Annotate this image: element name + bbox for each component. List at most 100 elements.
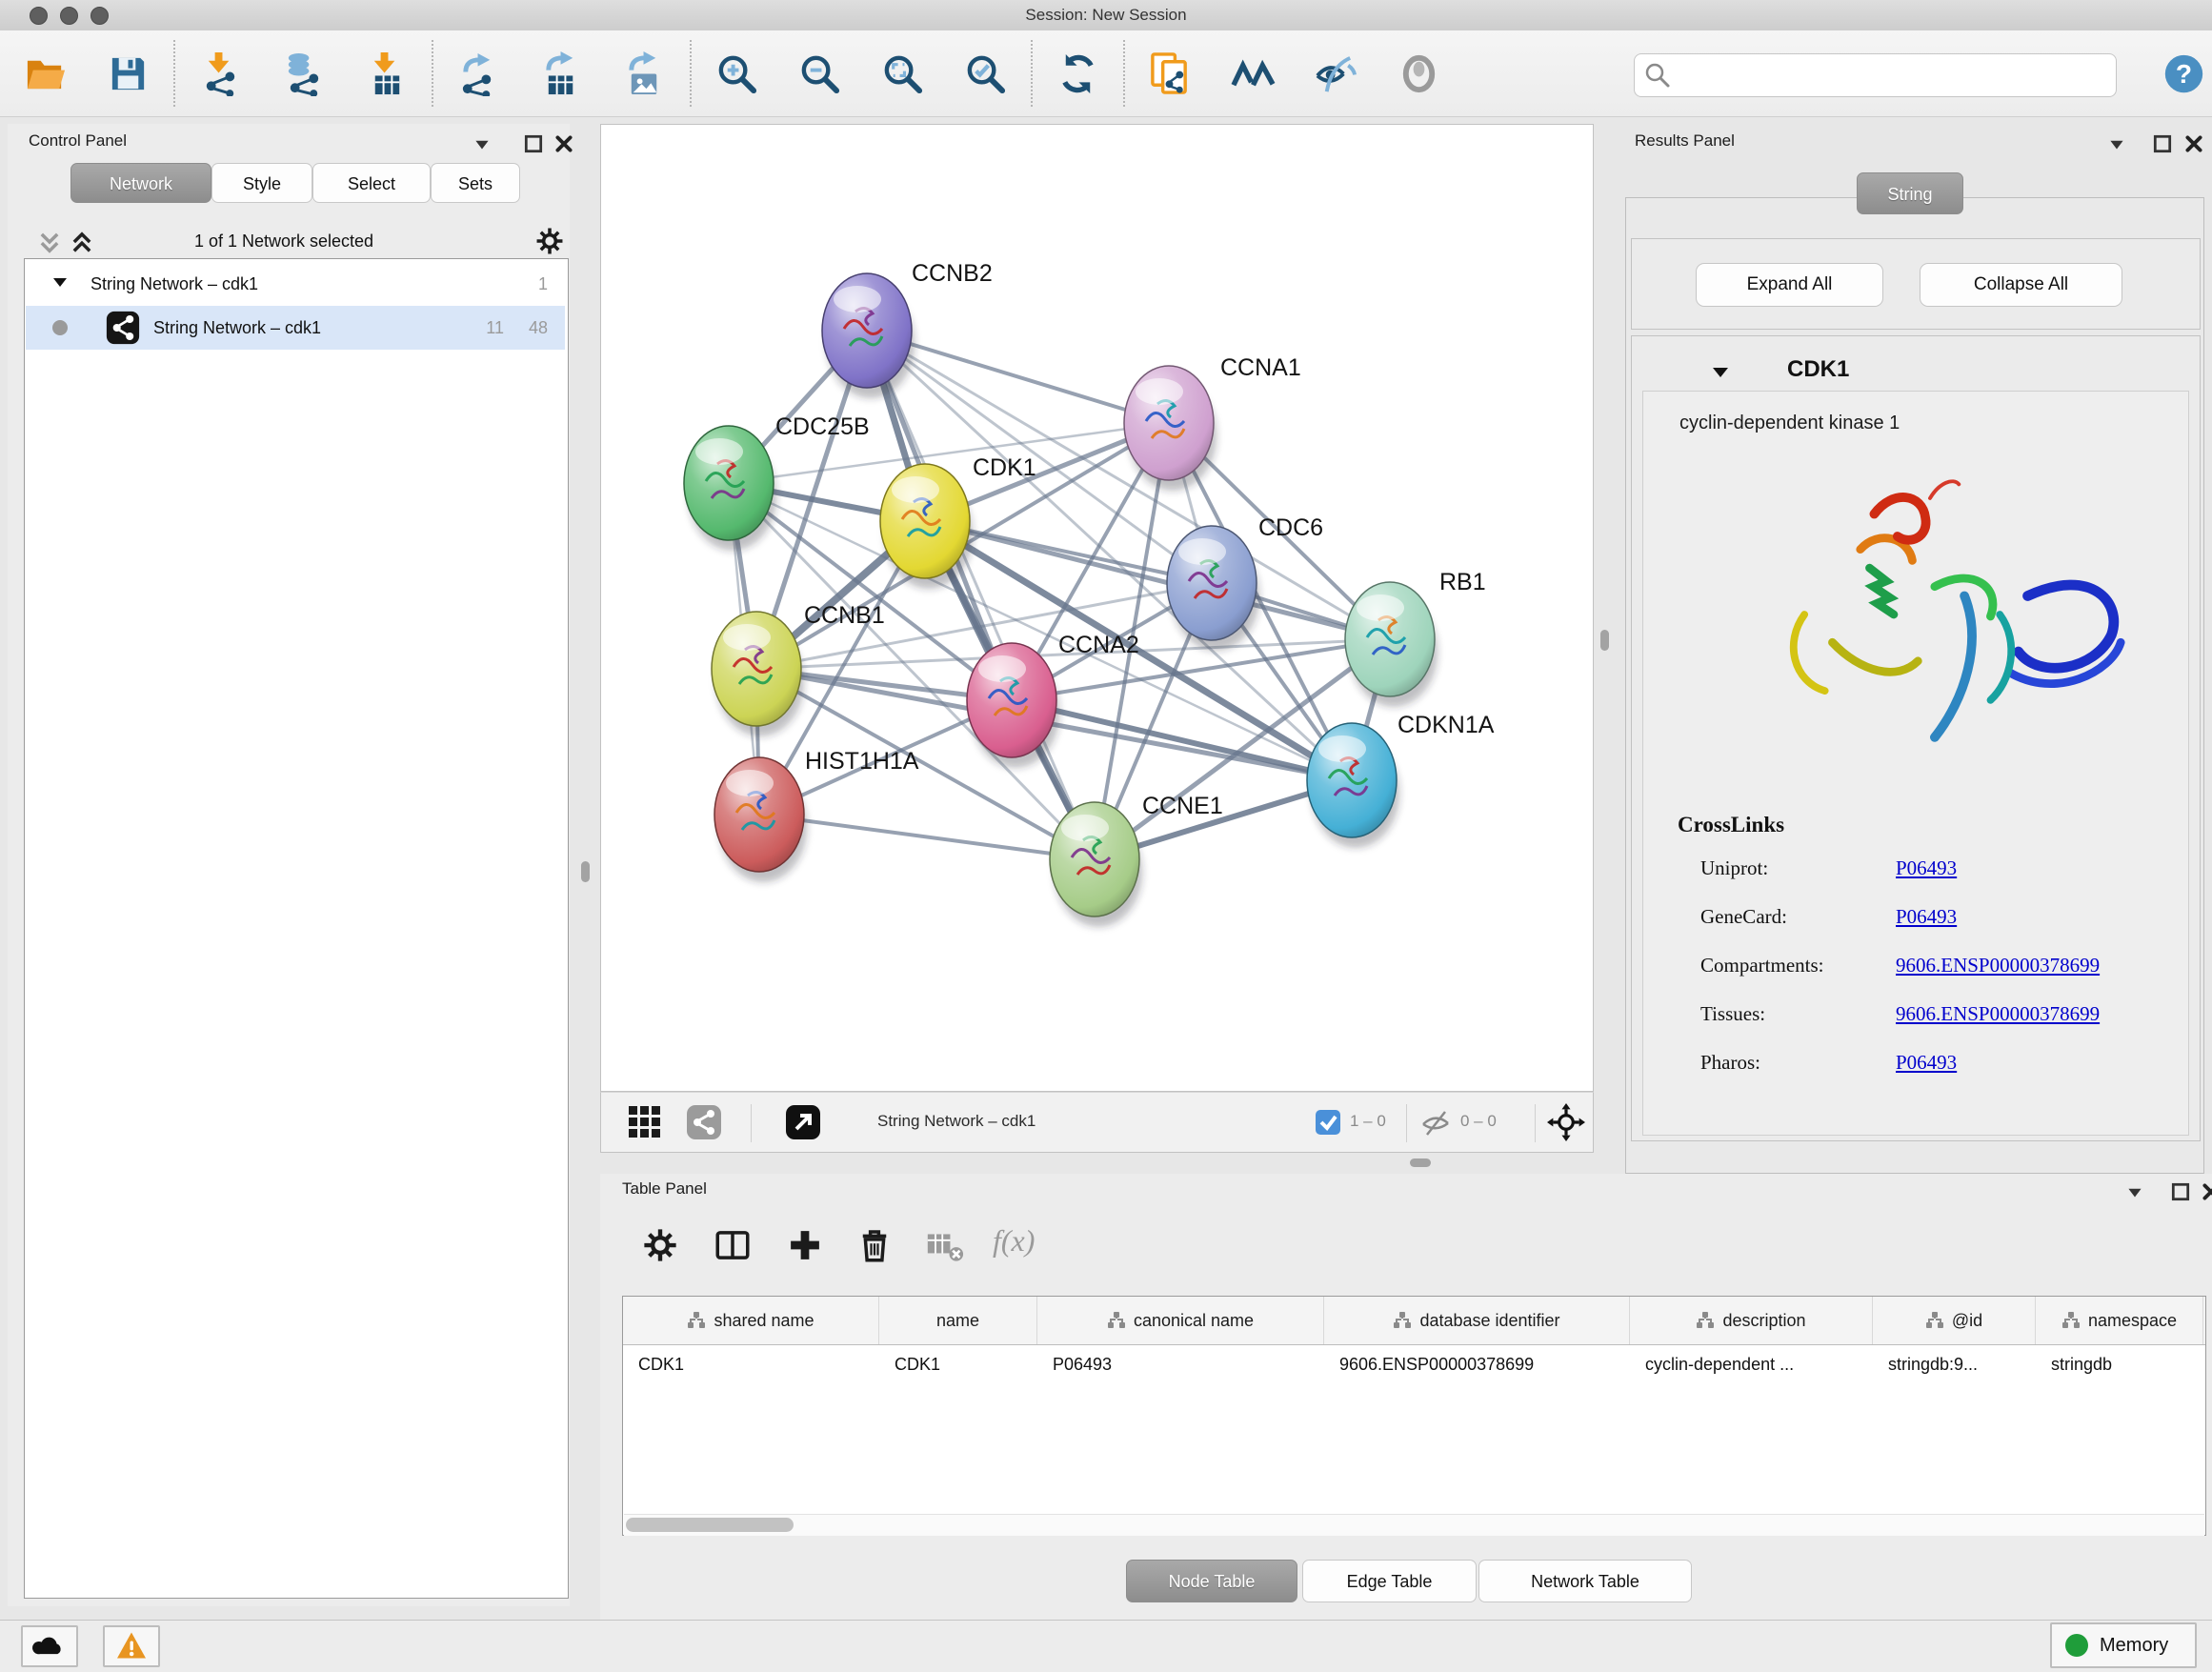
string-view-icon[interactable] <box>685 1103 723 1141</box>
hidden-eye-icon[interactable] <box>1420 1108 1451 1138</box>
table-panel-close-icon[interactable] <box>2201 1181 2212 1202</box>
tab-string[interactable]: String <box>1857 172 1963 214</box>
node-HIST1H1A[interactable] <box>714 757 807 882</box>
zoom-fit-icon[interactable] <box>880 51 925 96</box>
column-header-database-identifier[interactable]: database identifier <box>1324 1297 1630 1344</box>
node-CCNB2[interactable] <box>822 273 915 398</box>
network-overview-icon[interactable] <box>1231 51 1276 96</box>
table-panel-float-icon[interactable] <box>2170 1181 2191 1202</box>
control-panel-close-icon[interactable] <box>553 133 574 154</box>
fit-selected-crosshair-icon[interactable] <box>1547 1103 1585 1141</box>
export-image-icon[interactable] <box>622 51 667 96</box>
edge-CCNA2-CDKN1A[interactable] <box>1012 700 1352 780</box>
column-header--id[interactable]: @id <box>1873 1297 2036 1344</box>
table-row[interactable]: CDK1CDK1P064939606.ENSP00000378699cyclin… <box>623 1345 2205 1387</box>
tab-edge-table[interactable]: Edge Table <box>1302 1560 1477 1602</box>
import-database-icon[interactable] <box>281 51 326 96</box>
crosslink-link[interactable]: P06493 <box>1896 1051 1957 1075</box>
network-row-selected[interactable]: String Network – cdk1 11 48 <box>26 306 565 350</box>
tab-node-table[interactable]: Node Table <box>1126 1560 1297 1602</box>
column-header-canonical-name[interactable]: canonical name <box>1037 1297 1324 1344</box>
edge-HIST1H1A-CCNE1[interactable] <box>759 815 1095 859</box>
zoom-in-icon[interactable] <box>714 51 759 96</box>
network-collection-row[interactable]: String Network – cdk1 1 <box>26 262 565 306</box>
warning-status-button[interactable] <box>103 1625 160 1667</box>
collapse-all-networks-icon[interactable] <box>36 229 63 255</box>
zoom-out-icon[interactable] <box>797 51 842 96</box>
node-CCNB1[interactable] <box>712 612 804 736</box>
export-table-icon[interactable] <box>539 51 584 96</box>
cloud-status-button[interactable] <box>21 1625 78 1667</box>
splitter-handle-bottom[interactable] <box>1410 1158 1431 1167</box>
results-panel-menu-icon[interactable] <box>2106 133 2127 154</box>
node-CDC6[interactable] <box>1167 526 1259 651</box>
results-panel-close-icon[interactable] <box>2183 133 2204 154</box>
tab-network-table[interactable]: Network Table <box>1478 1560 1692 1602</box>
collapse-all-button[interactable]: Collapse All <box>1920 263 2122 307</box>
clone-network-icon[interactable] <box>1148 51 1193 96</box>
open-session-icon[interactable] <box>23 51 68 96</box>
tab-network[interactable]: Network <box>70 163 211 203</box>
crosslink-link[interactable]: P06493 <box>1896 856 1957 880</box>
table-cell[interactable]: CDK1 <box>879 1345 1037 1387</box>
column-header-namespace[interactable]: namespace <box>2036 1297 2203 1344</box>
node-CCNA2[interactable] <box>967 643 1059 768</box>
node-CDK1[interactable] <box>880 464 973 589</box>
show-columns-icon[interactable] <box>713 1225 753 1265</box>
scrollbar-thumb[interactable] <box>626 1518 794 1532</box>
show-all-icon[interactable] <box>1397 51 1441 96</box>
import-network-icon[interactable] <box>198 51 243 96</box>
zoom-selected-icon[interactable] <box>963 51 1008 96</box>
table-cell[interactable]: CDK1 <box>623 1345 879 1387</box>
tab-style[interactable]: Style <box>211 163 312 203</box>
network-options-gear-icon[interactable] <box>533 225 566 257</box>
edge-CCNB2-CCNE1[interactable] <box>867 331 1095 859</box>
tab-sets[interactable]: Sets <box>431 163 520 203</box>
expand-all-networks-icon[interactable] <box>69 229 95 255</box>
tab-select[interactable]: Select <box>312 163 431 203</box>
table-cell[interactable]: stringdb:9... <box>1873 1345 2036 1387</box>
selected-checkbox-icon[interactable] <box>1316 1110 1340 1135</box>
expand-all-button[interactable]: Expand All <box>1696 263 1883 307</box>
table-horizontal-scrollbar[interactable] <box>624 1514 2204 1536</box>
column-header-description[interactable]: description <box>1630 1297 1873 1344</box>
network-canvas[interactable]: CCNB2CCNA1CDC25BCDK1CDC6RB1CCNB1CCNA2CDK… <box>600 124 1594 1092</box>
function-builder-icon[interactable]: f(x) <box>993 1223 1035 1259</box>
node-CCNA1[interactable] <box>1124 366 1217 491</box>
memory-button[interactable]: Memory <box>2050 1622 2197 1668</box>
refresh-layout-icon[interactable] <box>1056 51 1100 96</box>
save-session-icon[interactable] <box>106 51 151 96</box>
node-CDC25B[interactable] <box>684 426 776 551</box>
crosslink-link[interactable]: 9606.ENSP00000378699 <box>1896 1002 2100 1026</box>
collection-expand-icon[interactable] <box>52 274 70 294</box>
table-cell[interactable]: stringdb <box>2036 1345 2203 1387</box>
control-panel-float-icon[interactable] <box>523 133 544 154</box>
table-cell[interactable]: 9606.ENSP00000378699 <box>1324 1345 1630 1387</box>
table-cell[interactable]: P06493 <box>1037 1345 1324 1387</box>
table-cell[interactable]: cyclin-dependent ... <box>1630 1345 1873 1387</box>
birds-eye-view-icon[interactable] <box>784 1103 822 1141</box>
node-CCNE1[interactable] <box>1050 802 1142 927</box>
import-table-icon[interactable] <box>364 51 409 96</box>
search-input[interactable] <box>1680 58 2103 91</box>
column-header-name[interactable]: name <box>879 1297 1037 1344</box>
show-grid-icon[interactable] <box>626 1103 664 1141</box>
splitter-handle-left[interactable] <box>581 861 590 882</box>
crosslink-link[interactable]: P06493 <box>1896 905 1957 929</box>
splitter-handle-right[interactable] <box>1600 630 1609 651</box>
crosslink-link[interactable]: 9606.ENSP00000378699 <box>1896 954 2100 977</box>
results-panel-float-icon[interactable] <box>2152 133 2173 154</box>
add-column-icon[interactable] <box>785 1225 825 1265</box>
node-CDKN1A[interactable] <box>1307 723 1399 848</box>
hide-selected-icon[interactable] <box>1314 51 1358 96</box>
table-options-gear-icon[interactable] <box>640 1225 680 1265</box>
delete-table-icon[interactable] <box>926 1229 964 1263</box>
control-panel-menu-icon[interactable] <box>472 133 493 154</box>
delete-column-trash-icon[interactable] <box>855 1225 895 1265</box>
node-RB1[interactable] <box>1345 582 1438 707</box>
column-header-shared-name[interactable]: shared name <box>623 1297 879 1344</box>
search-box[interactable] <box>1634 53 2117 97</box>
table-panel-menu-icon[interactable] <box>2124 1181 2145 1202</box>
export-network-icon[interactable] <box>456 51 501 96</box>
node-section-collapse-icon[interactable] <box>1711 362 1730 381</box>
